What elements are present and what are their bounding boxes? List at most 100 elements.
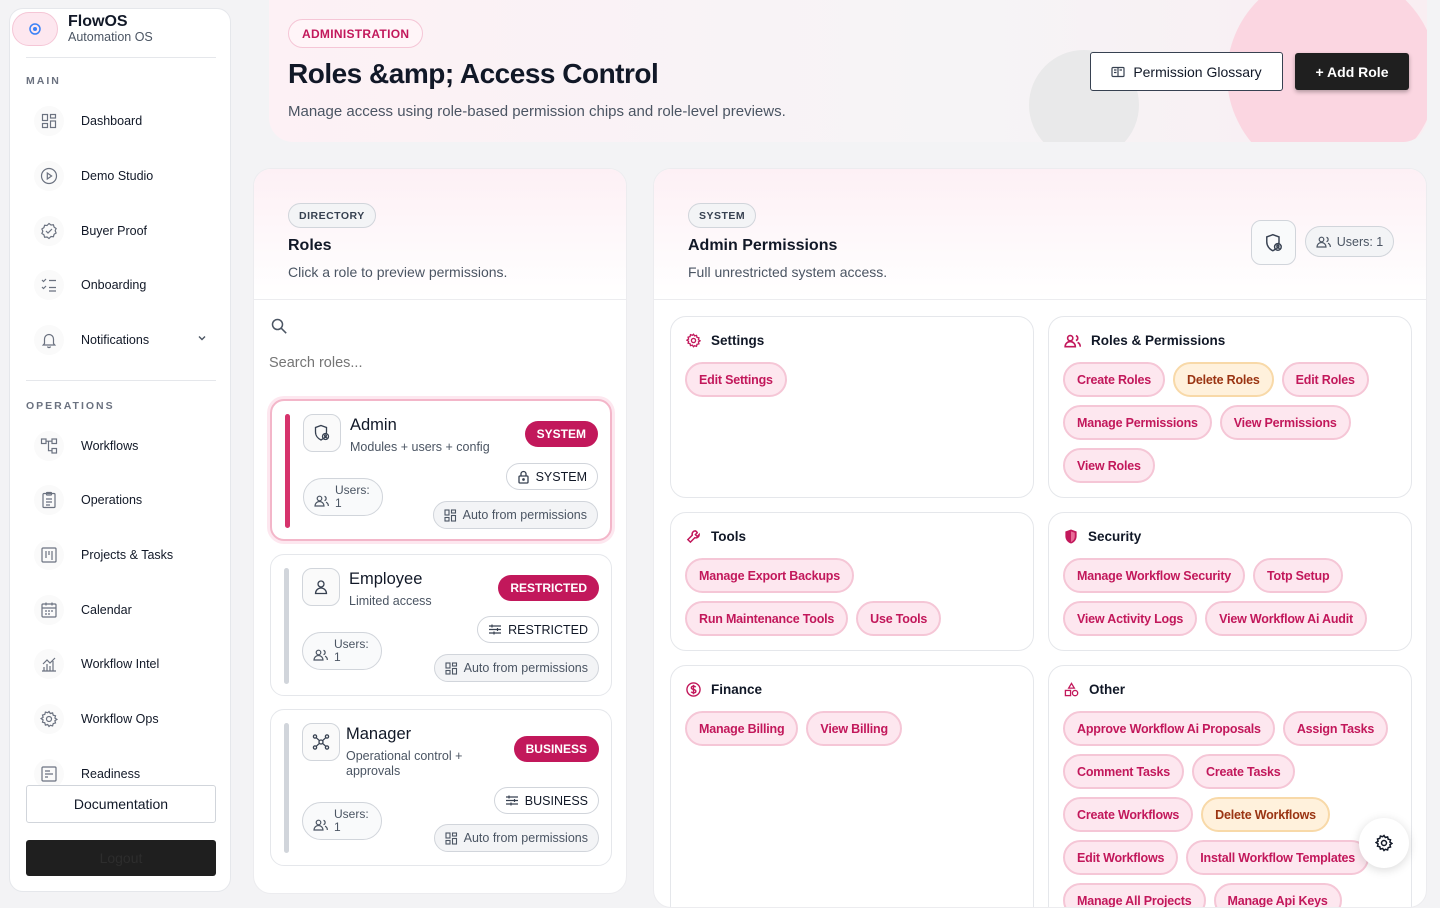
dollar-circle-icon bbox=[686, 682, 701, 697]
group-title: Tools bbox=[711, 529, 746, 544]
shapes-icon bbox=[1064, 682, 1079, 697]
role-card-manager[interactable]: Manager Operational control + approvals … bbox=[270, 709, 612, 866]
wrench-icon bbox=[686, 529, 701, 544]
role-card-admin[interactable]: Admin Modules + users + config SYSTEM SY… bbox=[270, 399, 612, 541]
permission-group-settings: Settings Edit Settings bbox=[670, 316, 1034, 498]
sidebar-item-dashboard[interactable]: Dashboard bbox=[26, 99, 216, 143]
permission-chip[interactable]: Create Tasks bbox=[1192, 754, 1295, 789]
group-title: Security bbox=[1088, 529, 1142, 544]
permission-chip[interactable]: Manage Export Backups bbox=[685, 558, 854, 593]
permissions-panel: SYSTEM Admin Permissions Full unrestrict… bbox=[653, 168, 1427, 908]
gear-icon bbox=[686, 333, 701, 348]
permission-chip[interactable]: Create Workflows bbox=[1063, 797, 1194, 832]
permission-chip[interactable]: Manage Permissions bbox=[1063, 405, 1212, 440]
sidebar-item-calendar[interactable]: Calendar bbox=[26, 588, 216, 632]
roles-subtitle: Click a role to preview permissions. bbox=[288, 264, 508, 280]
sidebar-item-buyer-proof[interactable]: Buyer Proof bbox=[26, 209, 216, 253]
role-users-chip: Users: 1 bbox=[302, 632, 382, 670]
documentation-button[interactable]: Documentation bbox=[26, 785, 216, 823]
sidebar-item-workflows[interactable]: Workflows bbox=[26, 424, 216, 468]
network-icon bbox=[302, 723, 340, 761]
roles-title: Roles bbox=[288, 237, 332, 254]
section-label-main: MAIN bbox=[26, 75, 61, 87]
permission-chip[interactable]: Comment Tasks bbox=[1063, 754, 1185, 789]
sidebar-item-projects-tasks[interactable]: Projects & Tasks bbox=[26, 533, 216, 577]
sidebar-item-label: Buyer Proof bbox=[81, 224, 148, 238]
sidebar-item-demo-studio[interactable]: Demo Studio bbox=[26, 154, 216, 198]
permission-chip[interactable]: Totp Setup bbox=[1253, 558, 1344, 593]
permission-chip[interactable]: Use Tools bbox=[856, 601, 942, 636]
permission-chip[interactable]: Install Workflow Templates bbox=[1186, 840, 1370, 875]
sidebar-item-label: Projects & Tasks bbox=[81, 548, 174, 562]
permission-group-tools: Tools Manage Export Backups Run Maintena… bbox=[670, 512, 1034, 651]
logout-button[interactable]: Logout bbox=[26, 840, 216, 876]
permission-chip[interactable]: Approve Workflow Ai Proposals bbox=[1063, 711, 1275, 746]
permission-chip[interactable]: Edit Roles bbox=[1281, 362, 1369, 397]
permission-chip[interactable]: Create Roles bbox=[1063, 362, 1166, 397]
role-name: Manager bbox=[346, 725, 412, 743]
page-title: Roles &amp; Access Control bbox=[288, 58, 659, 89]
permission-chip[interactable]: Manage Workflow Security bbox=[1063, 558, 1246, 593]
sidebar-item-workflow-intel[interactable]: Workflow Intel bbox=[26, 642, 216, 686]
grid-icon bbox=[445, 661, 458, 675]
add-role-button[interactable]: + Add Role bbox=[1295, 53, 1409, 90]
brand-name: FlowOS bbox=[68, 13, 128, 30]
permission-glossary-button[interactable]: Permission Glossary bbox=[1090, 52, 1283, 91]
role-description: Operational control + approvals bbox=[346, 749, 463, 778]
permission-chip[interactable]: Run Maintenance Tools bbox=[685, 601, 849, 636]
kanban-icon bbox=[34, 540, 64, 570]
permission-chip[interactable]: View Billing bbox=[806, 711, 902, 746]
users-icon bbox=[314, 495, 329, 507]
permission-chip[interactable]: Edit Workflows bbox=[1063, 840, 1179, 875]
group-title: Roles & Permissions bbox=[1091, 333, 1226, 348]
role-type-chip: RESTRICTED bbox=[477, 616, 599, 643]
permission-chip[interactable]: View Workflow Ai Audit bbox=[1205, 601, 1367, 636]
permission-chip[interactable]: Delete Workflows bbox=[1201, 797, 1330, 832]
permission-chip[interactable]: Manage Billing bbox=[685, 711, 799, 746]
role-type-badge: SYSTEM bbox=[688, 203, 757, 228]
permission-chip[interactable]: Assign Tasks bbox=[1282, 711, 1389, 746]
permission-chip[interactable]: View Activity Logs bbox=[1063, 601, 1198, 636]
permission-chip[interactable]: Manage Api Keys bbox=[1213, 883, 1342, 907]
page-header: ADMINISTRATION Roles &amp; Access Contro… bbox=[269, 0, 1427, 142]
group-title: Settings bbox=[711, 333, 765, 348]
sidebar-item-onboarding[interactable]: Onboarding bbox=[26, 263, 216, 307]
badge-check-icon bbox=[34, 216, 64, 246]
brand[interactable]: FlowOS Automation OS bbox=[10, 9, 230, 49]
permission-chip[interactable]: Manage All Projects bbox=[1063, 883, 1206, 907]
sidebar-item-label: Workflows bbox=[81, 439, 139, 453]
auto-permissions-chip: Auto from permissions bbox=[433, 824, 599, 852]
role-card-employee[interactable]: Employee Limited access RESTRICTED RESTR… bbox=[270, 554, 612, 696]
sidebar-item-label: Calendar bbox=[81, 603, 132, 617]
permission-chip[interactable]: View Roles bbox=[1063, 448, 1155, 483]
roles-directory-panel: DIRECTORY Roles Click a role to preview … bbox=[253, 168, 627, 894]
role-users-chip: Users: 1 bbox=[303, 478, 383, 516]
sidebar-item-notifications[interactable]: Notifications bbox=[26, 318, 216, 362]
permission-chip[interactable]: Delete Roles bbox=[1173, 362, 1274, 397]
search-icon bbox=[270, 317, 288, 335]
search-roles-input[interactable] bbox=[269, 351, 609, 375]
sidebar-item-operations[interactable]: Operations bbox=[26, 478, 216, 522]
sidebar-item-label: Demo Studio bbox=[81, 169, 154, 183]
role-type-chip: SYSTEM bbox=[505, 463, 598, 490]
section-badge: ADMINISTRATION bbox=[288, 19, 424, 48]
floating-settings-button[interactable] bbox=[1359, 818, 1409, 868]
permission-group-roles: Roles & Permissions Create Roles Delete … bbox=[1048, 316, 1412, 498]
chevron-down-icon[interactable] bbox=[196, 332, 208, 344]
sliders-icon bbox=[505, 794, 519, 807]
permission-chip[interactable]: Edit Settings bbox=[685, 362, 787, 397]
sidebar: FlowOS Automation OS MAIN Dashboard Demo… bbox=[9, 8, 231, 892]
group-title: Finance bbox=[711, 682, 763, 697]
brand-logo-icon bbox=[12, 12, 58, 46]
permission-chip[interactable]: View Permissions bbox=[1219, 405, 1351, 440]
sidebar-item-workflow-ops[interactable]: Workflow Ops bbox=[26, 697, 216, 741]
shield-user-icon[interactable] bbox=[1251, 220, 1296, 265]
users-icon bbox=[313, 819, 328, 831]
permissions-subtitle: Full unrestricted system access. bbox=[688, 264, 888, 280]
sidebar-item-label: Onboarding bbox=[81, 278, 147, 292]
role-badge: BUSINESS bbox=[513, 736, 599, 762]
sidebar-item-label: Workflow Intel bbox=[81, 657, 160, 671]
grid-icon bbox=[34, 106, 64, 136]
book-icon bbox=[1111, 66, 1125, 78]
section-label-operations: OPERATIONS bbox=[26, 400, 115, 412]
